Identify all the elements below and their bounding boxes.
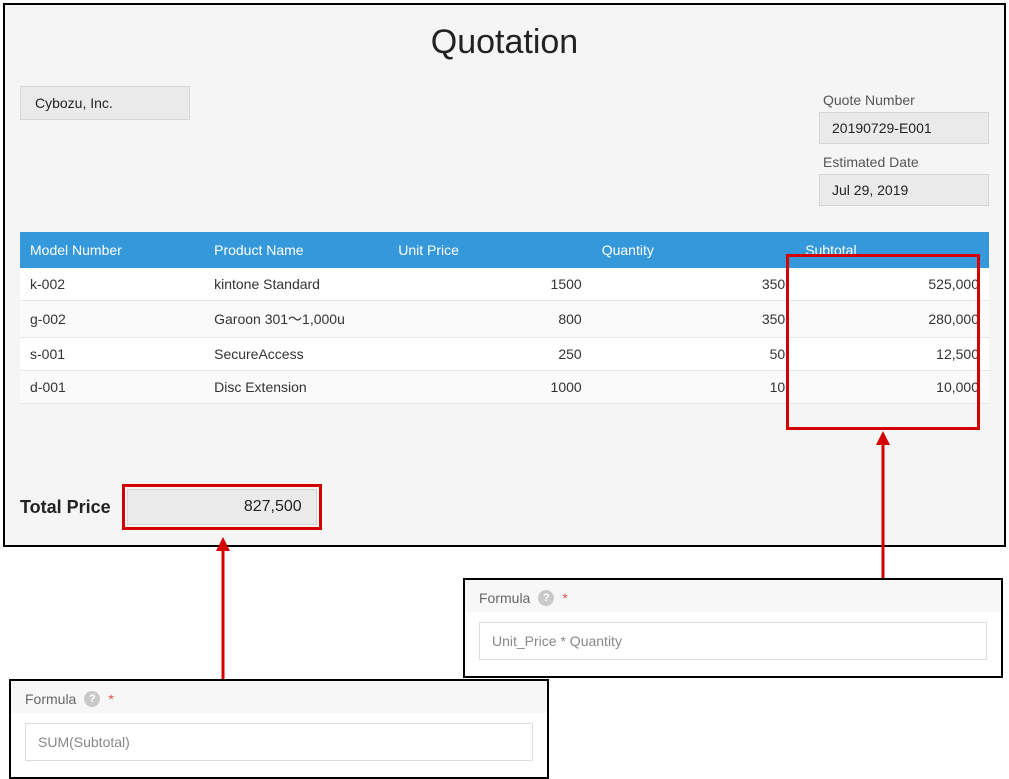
estimated-date-value: Jul 29, 2019 bbox=[819, 174, 989, 206]
table-row: s-001 SecureAccess 250 50 12,500 bbox=[20, 338, 989, 371]
total-price-value: 827,500 bbox=[127, 489, 317, 525]
help-icon[interactable]: ? bbox=[84, 691, 100, 707]
formula-input-total[interactable]: SUM(Subtotal) bbox=[25, 723, 533, 761]
col-subtotal: Subtotal bbox=[795, 232, 989, 268]
col-unit-price: Unit Price bbox=[388, 232, 591, 268]
formula-panel-subtotal: Formula ? * Unit_Price * Quantity bbox=[463, 578, 1003, 678]
required-asterisk: * bbox=[562, 590, 567, 606]
estimated-date-label: Estimated Date bbox=[823, 154, 989, 170]
table-row: k-002 kintone Standard 1500 350 525,000 bbox=[20, 268, 989, 301]
quote-table: Model Number Product Name Unit Price Qua… bbox=[20, 232, 989, 404]
col-quantity: Quantity bbox=[592, 232, 795, 268]
formula-input-subtotal[interactable]: Unit_Price * Quantity bbox=[479, 622, 987, 660]
table-row: d-001 Disc Extension 1000 10 10,000 bbox=[20, 371, 989, 404]
page-title: Quotation bbox=[20, 23, 989, 62]
col-product: Product Name bbox=[204, 232, 388, 268]
formula-label: Formula bbox=[479, 590, 530, 606]
col-model: Model Number bbox=[20, 232, 204, 268]
quote-number-value: 20190729-E001 bbox=[819, 112, 989, 144]
help-icon[interactable]: ? bbox=[538, 590, 554, 606]
formula-label: Formula bbox=[25, 691, 76, 707]
quotation-panel: Quotation Cybozu, Inc. Quote Number 2019… bbox=[3, 3, 1006, 547]
required-asterisk: * bbox=[108, 691, 113, 707]
table-row: g-002 Garoon 301～1,000u 800 350 280,000 bbox=[20, 301, 989, 338]
arrow-total bbox=[213, 537, 233, 682]
quote-number-label: Quote Number bbox=[823, 92, 989, 108]
meta-block: Quote Number 20190729-E001 Estimated Dat… bbox=[819, 86, 989, 216]
company-box: Cybozu, Inc. bbox=[20, 86, 190, 120]
formula-panel-total: Formula ? * SUM(Subtotal) bbox=[9, 679, 549, 779]
total-price-label: Total Price bbox=[20, 497, 111, 518]
